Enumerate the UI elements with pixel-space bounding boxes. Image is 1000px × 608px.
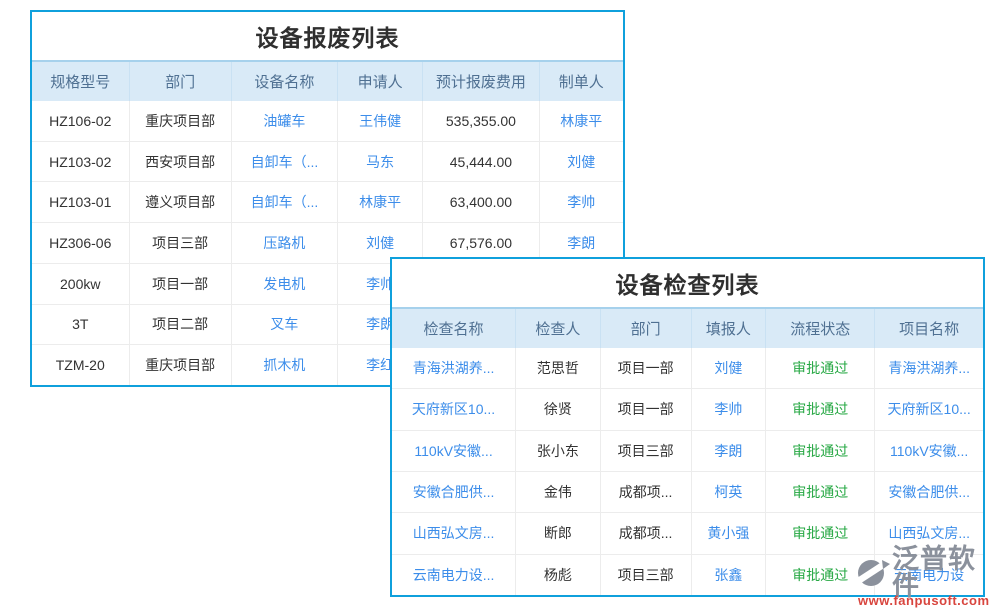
text-cell: 项目一部 — [601, 389, 692, 429]
table-row: 安徽合肥供...金伟成都项...柯英审批通过安徽合肥供... — [392, 472, 983, 513]
text-cell: 项目三部 — [601, 555, 692, 595]
text-cell: 成都项... — [601, 472, 692, 512]
text-cell: 张小东 — [516, 431, 601, 471]
scrap-table-header-row: 规格型号部门设备名称申请人预计报废费用制单人 — [32, 60, 623, 101]
fanpu-logo-icon — [856, 558, 890, 588]
text-cell: 断郎 — [516, 513, 601, 553]
text-cell: 徐贤 — [516, 389, 601, 429]
link-cell[interactable]: 110kV安徽... — [875, 431, 983, 471]
text-cell: 重庆项目部 — [130, 345, 232, 385]
link-cell[interactable]: 马东 — [338, 142, 423, 182]
text-cell: 200kw — [32, 264, 130, 304]
link-cell[interactable]: 刘健 — [692, 348, 766, 388]
text-cell: HZ306-06 — [32, 223, 130, 263]
watermark-url-text: www.fanpusoft.com — [858, 594, 990, 607]
table-row: HZ103-02西安项目部自卸车（...马东45,444.00刘健 — [32, 142, 623, 183]
text-cell: 成都项... — [601, 513, 692, 553]
text-cell: HZ103-01 — [32, 182, 130, 222]
text-cell: 遵义项目部 — [130, 182, 232, 222]
link-cell[interactable]: 云南电力设... — [392, 555, 516, 595]
column-header: 检查人 — [516, 309, 601, 348]
link-cell[interactable]: 天府新区10... — [875, 389, 983, 429]
link-cell[interactable]: 林康平 — [338, 182, 423, 222]
status-cell: 审批通过 — [766, 431, 875, 471]
column-header: 部门 — [601, 309, 692, 348]
link-cell[interactable]: 叉车 — [232, 305, 338, 345]
text-cell: 西安项目部 — [130, 142, 232, 182]
link-cell[interactable]: 安徽合肥供... — [392, 472, 516, 512]
link-cell[interactable]: 油罐车 — [232, 101, 338, 141]
text-cell: 重庆项目部 — [130, 101, 232, 141]
table-row: HZ103-01遵义项目部自卸车（...林康平63,400.00李帅 — [32, 182, 623, 223]
column-header: 设备名称 — [232, 62, 338, 101]
text-cell: 范思哲 — [516, 348, 601, 388]
link-cell[interactable]: 李帅 — [692, 389, 766, 429]
column-header: 部门 — [130, 62, 232, 101]
column-header: 检查名称 — [392, 309, 516, 348]
text-cell: HZ103-02 — [32, 142, 130, 182]
inspection-table-header-row: 检查名称检查人部门填报人流程状态项目名称 — [392, 307, 983, 348]
link-cell[interactable]: 天府新区10... — [392, 389, 516, 429]
status-cell: 审批通过 — [766, 472, 875, 512]
table-row: HZ106-02重庆项目部油罐车王伟健535,355.00林康平 — [32, 101, 623, 142]
text-cell: 项目二部 — [130, 305, 232, 345]
column-header: 填报人 — [692, 309, 766, 348]
text-cell: 535,355.00 — [423, 101, 539, 141]
link-cell[interactable]: 张鑫 — [692, 555, 766, 595]
link-cell[interactable]: 安徽合肥供... — [875, 472, 983, 512]
link-cell[interactable]: 110kV安徽... — [392, 431, 516, 471]
column-header: 规格型号 — [32, 62, 130, 101]
link-cell[interactable]: 林康平 — [540, 101, 623, 141]
link-cell[interactable]: 压路机 — [232, 223, 338, 263]
text-cell: TZM-20 — [32, 345, 130, 385]
text-cell: HZ106-02 — [32, 101, 130, 141]
column-header: 制单人 — [540, 62, 623, 101]
text-cell: 金伟 — [516, 472, 601, 512]
text-cell: 项目三部 — [601, 431, 692, 471]
text-cell: 项目一部 — [601, 348, 692, 388]
table-row: 天府新区10...徐贤项目一部李帅审批通过天府新区10... — [392, 389, 983, 430]
link-cell[interactable]: 青海洪湖养... — [392, 348, 516, 388]
scrap-table-title: 设备报废列表 — [32, 12, 623, 60]
link-cell[interactable]: 李朗 — [692, 431, 766, 471]
column-header: 项目名称 — [875, 309, 983, 348]
link-cell[interactable]: 自卸车（... — [232, 142, 338, 182]
text-cell: 杨彪 — [516, 555, 601, 595]
status-cell: 审批通过 — [766, 348, 875, 388]
inspection-table-title: 设备检查列表 — [392, 259, 983, 307]
column-header: 流程状态 — [766, 309, 875, 348]
text-cell: 项目一部 — [130, 264, 232, 304]
vendor-watermark: 泛普软件 www.fanpusoft.com — [856, 546, 1000, 607]
text-cell: 63,400.00 — [423, 182, 539, 222]
column-header: 预计报废费用 — [423, 62, 539, 101]
link-cell[interactable]: 青海洪湖养... — [875, 348, 983, 388]
column-header: 申请人 — [338, 62, 423, 101]
link-cell[interactable]: 抓木机 — [232, 345, 338, 385]
link-cell[interactable]: 王伟健 — [338, 101, 423, 141]
link-cell[interactable]: 发电机 — [232, 264, 338, 304]
link-cell[interactable]: 山西弘文房... — [392, 513, 516, 553]
link-cell[interactable]: 自卸车（... — [232, 182, 338, 222]
text-cell: 3T — [32, 305, 130, 345]
text-cell: 45,444.00 — [423, 142, 539, 182]
link-cell[interactable]: 刘健 — [540, 142, 623, 182]
link-cell[interactable]: 柯英 — [692, 472, 766, 512]
table-row: 110kV安徽...张小东项目三部李朗审批通过110kV安徽... — [392, 431, 983, 472]
table-row: 青海洪湖养...范思哲项目一部刘健审批通过青海洪湖养... — [392, 348, 983, 389]
link-cell[interactable]: 黄小强 — [692, 513, 766, 553]
status-cell: 审批通过 — [766, 389, 875, 429]
text-cell: 项目三部 — [130, 223, 232, 263]
watermark-brand-text: 泛普软件 — [892, 546, 1000, 600]
link-cell[interactable]: 李帅 — [540, 182, 623, 222]
